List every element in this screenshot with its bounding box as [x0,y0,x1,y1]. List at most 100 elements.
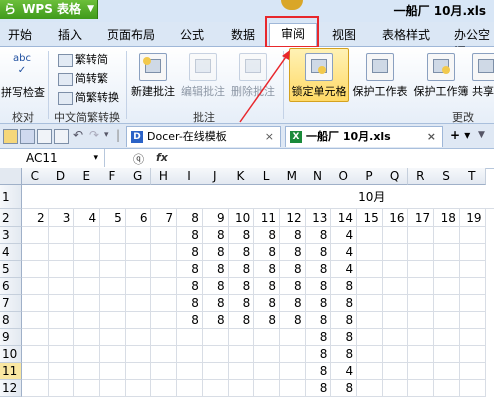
cell-j8[interactable]: 8 [201,312,229,329]
cell-l6[interactable]: 8 [253,278,280,295]
cell-e10[interactable] [73,346,101,363]
tab-docer-templates[interactable]: D Docer-在线模板 × [126,126,281,147]
name-box[interactable]: AC11 ▾ [0,149,105,167]
cell-n2[interactable]: 13 [304,209,332,227]
cell-r10[interactable] [407,346,435,363]
cell-r2[interactable]: 17 [407,209,435,227]
cell-j10[interactable] [201,346,229,363]
column-header-j[interactable]: J [201,168,229,185]
cell-t12[interactable] [458,380,486,397]
cell-o5[interactable]: 4 [330,261,358,278]
column-header-c[interactable]: C [22,168,49,185]
cell-p3[interactable] [356,227,383,244]
cell-t4[interactable] [458,244,486,261]
cell-h3[interactable] [150,227,178,244]
cell-q10[interactable] [381,346,409,363]
cell-o12[interactable]: 8 [330,380,358,397]
cell-l12[interactable] [253,380,280,397]
cell-t8[interactable] [458,312,486,329]
cell-k8[interactable]: 8 [227,312,255,329]
row-header-12[interactable]: 12 [0,380,22,397]
cell-d11[interactable] [47,363,75,380]
cell-j11[interactable] [201,363,229,380]
cell-o4[interactable]: 4 [330,244,358,261]
cell-p12[interactable] [356,380,383,397]
cell-o2[interactable]: 14 [330,209,358,227]
cell-f7[interactable] [99,295,126,312]
cell-r12[interactable] [407,380,435,397]
cell-p7[interactable] [356,295,383,312]
cell-g10[interactable] [124,346,152,363]
cell-s12[interactable] [433,380,460,397]
cell-d10[interactable] [47,346,75,363]
row-header-7[interactable]: 7 [0,295,22,312]
cell-k4[interactable]: 8 [227,244,255,261]
cell-e4[interactable] [73,244,101,261]
cell-q6[interactable] [381,278,409,295]
cell-f2[interactable]: 5 [99,209,126,227]
cell-t10[interactable] [458,346,486,363]
cell-o7[interactable]: 8 [330,295,358,312]
cell-l2[interactable]: 11 [253,209,280,227]
cell-l7[interactable]: 8 [253,295,280,312]
cell-s10[interactable] [433,346,460,363]
tab-workbook-file[interactable]: X 一船厂 10月.xls × [285,126,443,147]
cell-j3[interactable]: 8 [201,227,229,244]
cell-d8[interactable] [47,312,75,329]
cell-n5[interactable]: 8 [304,261,332,278]
cell-q9[interactable] [381,329,409,346]
cell-q7[interactable] [381,295,409,312]
row-header-6[interactable]: 6 [0,278,22,295]
cell-s6[interactable] [433,278,460,295]
cell-r4[interactable] [407,244,435,261]
cell-f8[interactable] [99,312,126,329]
redo-icon[interactable]: ↷ [89,128,99,142]
cell-p6[interactable] [356,278,383,295]
cell-d3[interactable] [47,227,75,244]
cell-n4[interactable]: 8 [304,244,332,261]
cell-k6[interactable]: 8 [227,278,255,295]
column-header-e[interactable]: E [73,168,101,185]
column-header-k[interactable]: K [227,168,255,185]
cell-g2[interactable]: 6 [124,209,152,227]
formula-input[interactable] [176,149,494,167]
row-header-8[interactable]: 8 [0,312,22,329]
cell-k5[interactable]: 8 [227,261,255,278]
cell-m4[interactable]: 8 [279,244,306,261]
cell-s8[interactable] [433,312,460,329]
cell-q4[interactable] [381,244,409,261]
cell-c4[interactable] [22,244,49,261]
cell-e12[interactable] [73,380,101,397]
row-header-3[interactable]: 3 [0,227,22,244]
cell-d12[interactable] [47,380,75,397]
cell-i2[interactable]: 8 [176,209,203,227]
cell-s4[interactable] [433,244,460,261]
cell-f9[interactable] [99,329,126,346]
cell-k12[interactable] [227,380,255,397]
cell-s2[interactable]: 18 [433,209,460,227]
cell-l5[interactable]: 8 [253,261,280,278]
cell-g5[interactable] [124,261,152,278]
cell-g11[interactable] [124,363,152,380]
cell-c6[interactable] [22,278,49,295]
cell-g4[interactable] [124,244,152,261]
cell-g8[interactable] [124,312,152,329]
cell-e5[interactable] [73,261,101,278]
cell-o3[interactable]: 4 [330,227,358,244]
cell-r7[interactable] [407,295,435,312]
column-header-i[interactable]: I [176,168,203,185]
cell-k9[interactable] [227,329,255,346]
cell-d7[interactable] [47,295,75,312]
cell-p11[interactable] [356,363,383,380]
cell-e3[interactable] [73,227,101,244]
cell-q2[interactable]: 16 [381,209,409,227]
cell-n8[interactable]: 8 [304,312,332,329]
cell-n11[interactable]: 8 [304,363,332,380]
column-header-n[interactable]: N [304,168,332,185]
cell-r8[interactable] [407,312,435,329]
cell-c7[interactable] [22,295,49,312]
cell-g3[interactable] [124,227,152,244]
cell-j12[interactable] [201,380,229,397]
column-header-m[interactable]: M [279,168,306,185]
open-folder-icon[interactable] [3,129,18,144]
